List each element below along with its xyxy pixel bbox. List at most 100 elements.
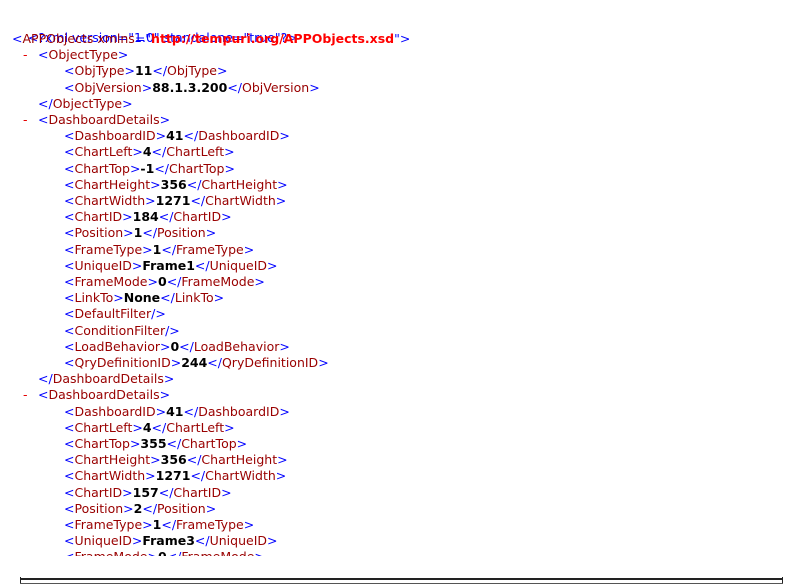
xml-line-chartleft: <ChartLeft>4</ChartLeft> (64, 144, 235, 160)
tag-name-close: ChartTop (181, 436, 237, 451)
xml-line-chartid: <ChartID>184</ChartID> (64, 209, 232, 225)
element-value: 11 (134, 63, 153, 79)
tag-name: ChartID (74, 484, 123, 500)
xml-viewer: <?xml version="1.0" standalone="true"?> … (0, 0, 785, 556)
xml-line-defaultfilter: <DefaultFilter/> (64, 306, 166, 322)
xml-line-objecttype: </ObjectType> (38, 95, 133, 111)
tag-name: ChartWidth (74, 468, 146, 484)
element-value: 41 (166, 403, 184, 419)
element-value: Frame1 (142, 257, 195, 273)
xml-line-qrydefinitionid: <QryDefinitionID>244</QryDefinitionID> (64, 355, 329, 370)
tag-name-close: ChartWidth (205, 193, 276, 208)
attribute-name: xmlns (97, 31, 135, 46)
xml-line-objecttype[interactable]: - <ObjectType> (23, 47, 128, 63)
xml-line-uniqueid: <UniqueID>Frame1</UniqueID> (64, 257, 278, 273)
xml-line-appobjects: <APPObjects xmlns="http://tempuri.org/AP… (12, 31, 411, 46)
element-value: 0 (157, 274, 167, 289)
tag-name: ChartLeft (74, 144, 133, 160)
xml-line-charttop: <ChartTop>-1</ChartTop> (64, 160, 235, 176)
tag-name-close: ChartLeft (166, 419, 225, 435)
xml-line-objtype: <ObjType>11</ObjType> (64, 63, 228, 79)
xml-line-linkto: <LinkTo>None</LinkTo> (64, 290, 225, 306)
tag-name-close: QryDefinitionID (221, 355, 319, 370)
xml-line-chartwidth: <ChartWidth>1271</ChartWidth> (64, 193, 287, 208)
xml-line-conditionfilter: <ConditionFilter/> (64, 322, 180, 338)
tag-name: FrameType (74, 241, 143, 257)
xml-line-charttop: <ChartTop>355</ChartTop> (64, 436, 248, 451)
xml-line-dashboardid: <DashboardID>41</DashboardID> (64, 403, 290, 419)
xml-line-uniqueid: <UniqueID>Frame3</UniqueID> (64, 533, 278, 549)
element-value: -1 (140, 160, 155, 176)
tag-name: FrameType (74, 517, 143, 532)
tag-name-close: UniqueID (209, 257, 268, 273)
tag-name-close: ChartLeft (166, 144, 225, 160)
tag-name-close: FrameType (176, 241, 244, 257)
xml-line-framemode: <FrameMode>0</FrameMode> (64, 274, 265, 289)
tag-name-close: FrameMode (181, 549, 254, 556)
xml-line-position: <Position>2</Position> (64, 500, 217, 516)
xml-line-chartheight: <ChartHeight>356</ChartHeight> (64, 176, 288, 192)
tag-name: LinkTo (74, 290, 114, 306)
tag-name: ObjVersion (74, 79, 142, 95)
tag-name: ChartLeft (74, 419, 133, 435)
tag-name-close: FrameType (176, 517, 244, 532)
tag-name: ChartTop (74, 160, 130, 176)
element-value: 4 (142, 144, 152, 160)
tag-name: ConditionFilter (74, 322, 166, 338)
tag-name-close: DashboardID (198, 403, 280, 419)
xml-line-chartheight: <ChartHeight>356</ChartHeight> (64, 452, 288, 468)
xml-line-chartid: <ChartID>157</ChartID> (64, 484, 232, 500)
xml-line-chartwidth: <ChartWidth>1271</ChartWidth> (64, 468, 287, 484)
tag-name: Position (74, 500, 124, 516)
tag-name: ChartWidth (74, 193, 146, 208)
tag-name: ChartTop (74, 436, 130, 451)
tag-name: ChartHeight (74, 452, 151, 468)
element-value: 0 (170, 338, 180, 354)
collapse-toggle-icon[interactable]: - (23, 387, 28, 403)
tag-name-close: ChartWidth (205, 468, 276, 484)
xml-line-dashboarddetails[interactable]: - <DashboardDetails> (23, 387, 170, 403)
tag-name-close: Position (157, 500, 206, 516)
xml-line-chartleft: <ChartLeft>4</ChartLeft> (64, 419, 235, 435)
tag-name: ObjType (74, 63, 125, 79)
xml-line-dashboardid: <DashboardID>41</DashboardID> (64, 128, 290, 144)
tag-name-close: UniqueID (209, 533, 268, 549)
tag-name-close: ObjVersion (242, 79, 310, 95)
xml-line-dashboarddetails[interactable]: - <DashboardDetails> (23, 112, 170, 128)
tag-name-close: LoadBehavior (193, 338, 280, 354)
xml-line-frametype: <FrameType>1</FrameType> (64, 517, 255, 532)
tag-name: DefaultFilter (74, 306, 152, 322)
element-value: 356 (160, 452, 187, 468)
tag-name: Position (74, 225, 124, 241)
element-value: 184 (132, 209, 159, 225)
tag-name-close: ChartID (173, 484, 222, 500)
collapse-toggle-icon[interactable]: - (23, 112, 28, 128)
xml-line-frametype: <FrameType>1</FrameType> (64, 241, 255, 257)
element-value: Frame3 (142, 533, 195, 549)
tag-name: UniqueID (74, 257, 132, 273)
tag-name-close: Position (157, 225, 206, 241)
horizontal-scrollbar[interactable] (20, 577, 783, 584)
tag-name: ObjectType (52, 95, 123, 111)
xml-line-loadbehavior: <LoadBehavior>0</LoadBehavior> (64, 338, 290, 354)
tag-name: ObjectType (48, 47, 118, 63)
tag-name: ChartID (74, 209, 123, 225)
element-value: 244 (181, 355, 208, 370)
tag-name: DashboardDetails (52, 371, 164, 387)
attribute-value: http://tempuri.org/APPObjects.xsd (151, 31, 395, 46)
tag-name: LoadBehavior (74, 338, 160, 354)
tag-name-close: LinkTo (174, 290, 214, 306)
tag-name: FrameMode (74, 274, 148, 289)
tag-name: DashboardID (74, 128, 156, 144)
element-value: 355 (140, 436, 167, 451)
xml-line-framemode: <FrameMode>0</FrameMode> (64, 549, 265, 556)
tag-name: DashboardDetails (48, 112, 160, 127)
element-value: 4 (142, 419, 152, 435)
xml-line-position: <Position>1</Position> (64, 225, 217, 241)
element-value: 88.1.3.200 (152, 79, 228, 95)
tag-name-close: ChartTop (169, 160, 225, 176)
tag-name: DashboardDetails (48, 387, 160, 403)
collapse-toggle-icon[interactable]: - (23, 47, 28, 63)
xml-declaration: <?xml version="1.0" standalone="true"?> (27, 30, 298, 45)
xml-line-objversion: <ObjVersion>88.1.3.200</ObjVersion> (64, 79, 320, 95)
